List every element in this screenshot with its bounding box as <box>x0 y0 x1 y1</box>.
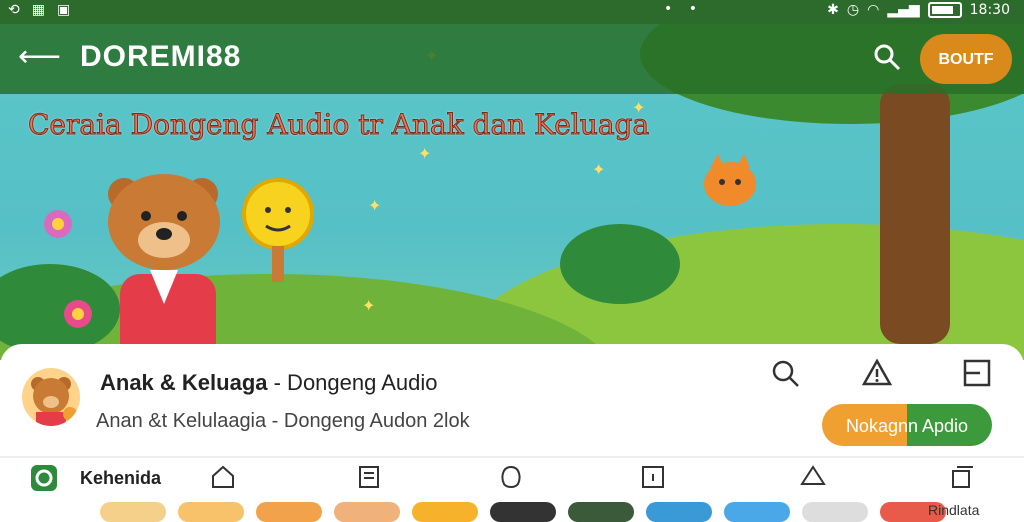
back-arrow-icon[interactable]: ⟵ <box>18 40 61 74</box>
sync-icon: ⟲ <box>8 2 20 18</box>
channel-title: Anak & Keluaga - Dongeng Audio <box>100 370 438 396</box>
thumbnail[interactable] <box>490 502 556 522</box>
banner-headline: Ceraia Dongeng Audio tr Anak dan Keluaga <box>27 108 650 142</box>
bear-illustration <box>108 174 314 360</box>
thumbnail-strip <box>100 502 946 522</box>
alarm-icon: ◷ <box>846 2 860 18</box>
thumbnail[interactable] <box>256 502 322 522</box>
top-action-button[interactable]: BOUTF <box>920 34 1012 84</box>
fox-illustration <box>704 154 756 206</box>
bottom-nav: Kehenida Rindlata <box>0 458 1024 522</box>
channel-title-rest: - Dongeng Audio <box>267 370 438 395</box>
thumbnail[interactable] <box>724 502 790 522</box>
tree-trunk <box>880 84 950 344</box>
bluetooth-icon: ✱ <box>827 2 839 18</box>
thumbnail[interactable] <box>334 502 400 522</box>
share-icon[interactable] <box>800 464 826 490</box>
thumbnail[interactable] <box>412 502 478 522</box>
search-icon[interactable] <box>770 358 800 388</box>
thumbnail[interactable] <box>568 502 634 522</box>
app-title: DOREMI88 <box>80 40 242 73</box>
thumbnail[interactable] <box>178 502 244 522</box>
nav-right-label: Rindlata <box>928 502 980 518</box>
info-icon[interactable] <box>640 464 666 490</box>
home-icon[interactable] <box>210 464 236 490</box>
star-icon: ✦ <box>592 162 606 179</box>
search-icon[interactable] <box>872 42 902 72</box>
thumbnail[interactable] <box>802 502 868 522</box>
star-icon: ✦ <box>362 298 376 315</box>
notes-icon[interactable] <box>356 464 382 490</box>
nav-label[interactable]: Kehenida <box>80 468 161 489</box>
flower-illustration <box>44 210 92 328</box>
status-dots: • • <box>664 1 703 17</box>
screen-icon: ▣ <box>56 2 71 18</box>
channel-subtitle: Anan &t Kelulaagia - Dongeng Audon 2lok <box>96 410 470 432</box>
status-time: 18:30 <box>969 2 1010 18</box>
battery-icon <box>927 2 962 18</box>
app-bar: ⟵ DOREMI88 BOUTF <box>0 24 1024 94</box>
wifi-icon: ◠ <box>867 2 880 18</box>
shell-icon[interactable] <box>498 464 524 490</box>
status-bar: ⟲ ▦ ▣ • • ✱ ◷ ◠ ▂▄▆ 18:30 <box>0 0 1024 24</box>
thumbnail[interactable] <box>646 502 712 522</box>
star-icon: ✦ <box>418 146 432 163</box>
thumbnail[interactable] <box>100 502 166 522</box>
status-right: ✱ ◷ ◠ ▂▄▆ 18:30 <box>827 2 1010 18</box>
logo-icon[interactable] <box>30 464 58 492</box>
star-icon: ✦ <box>368 198 382 215</box>
hero-banner: ✦ ✦ ✦ ✦ ✦ ✦ ⟵ DOREMI88 BOUTF Ceraia Dong… <box>0 24 1024 360</box>
grid-icon: ▦ <box>31 2 45 18</box>
copy-icon[interactable] <box>950 464 976 490</box>
bear-avatar-icon <box>31 377 77 426</box>
status-left: ⟲ ▦ ▣ <box>8 2 70 18</box>
list-icon[interactable] <box>962 358 992 388</box>
listen-audio-button[interactable]: Nokagnn Apdio <box>822 404 992 446</box>
avatar[interactable] <box>22 368 80 426</box>
bush <box>560 224 680 304</box>
signal-icon: ▂▄▆ <box>887 2 920 18</box>
channel-title-bold: Anak & Keluaga <box>100 370 268 395</box>
alert-icon[interactable] <box>862 358 892 388</box>
